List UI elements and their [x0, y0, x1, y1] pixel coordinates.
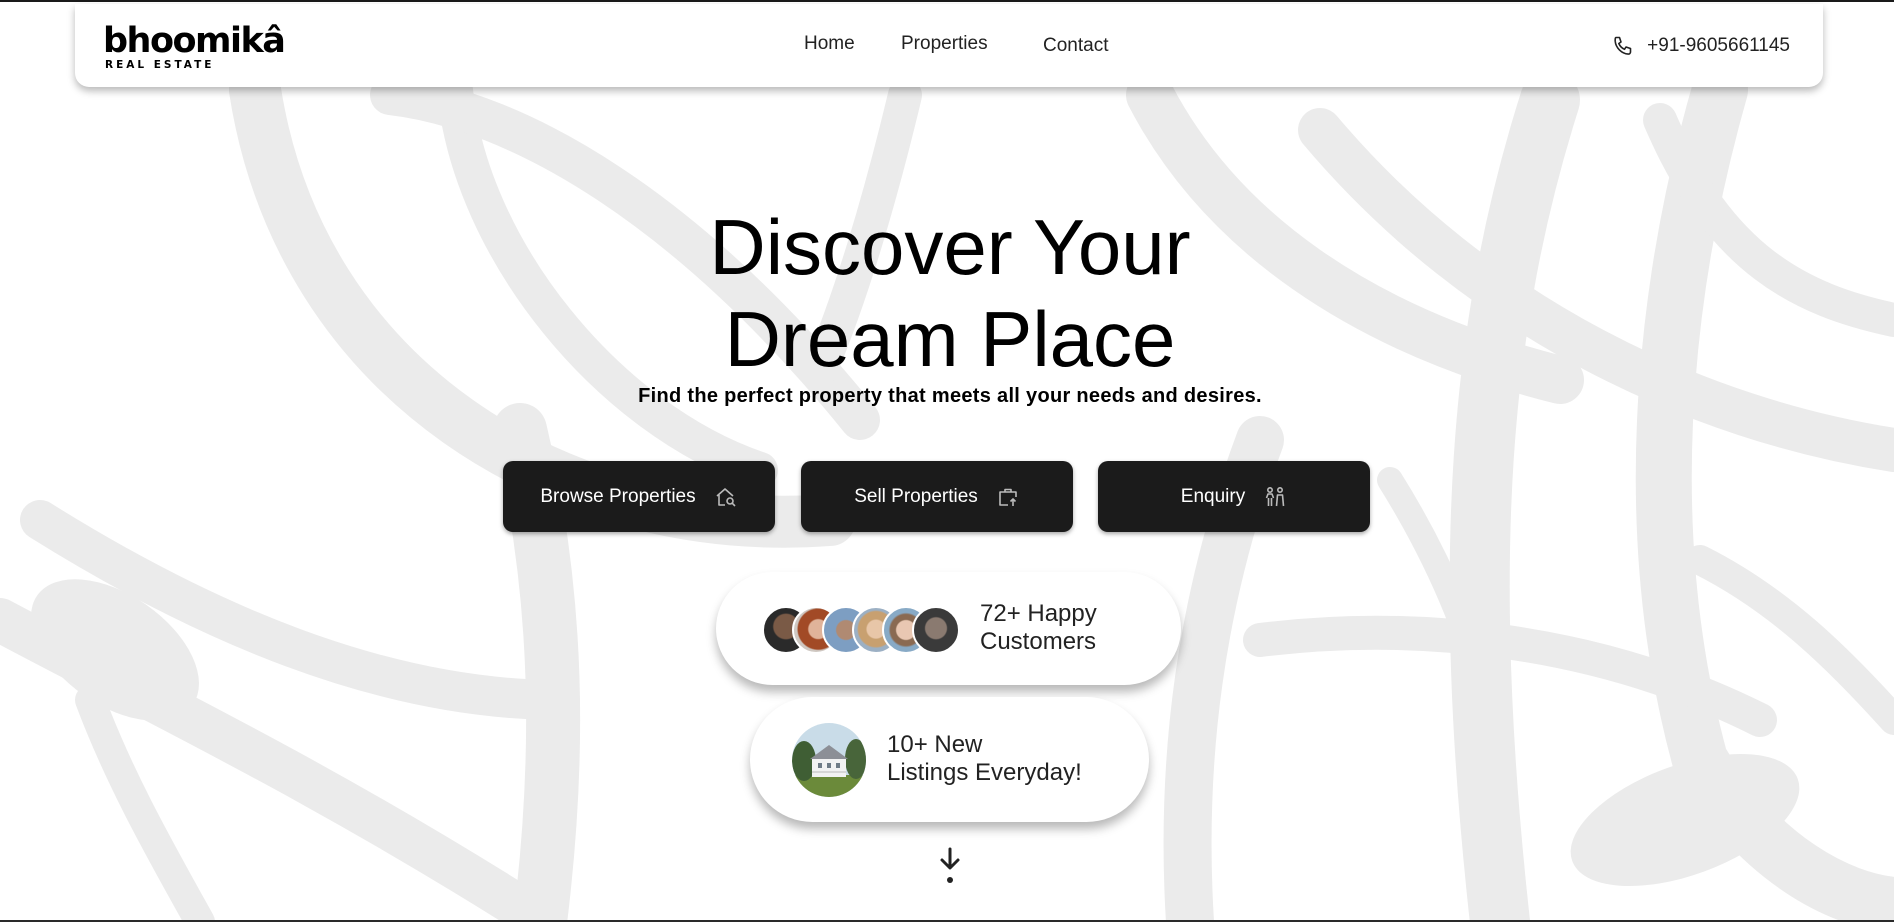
phone-number: +91-9605661145: [1647, 35, 1790, 56]
browse-properties-button[interactable]: Browse Properties: [503, 461, 775, 532]
listings-label: Listings Everyday!: [887, 759, 1082, 786]
customers-count: 72+ Happy: [980, 600, 1097, 627]
enquiry-label: Enquiry: [1180, 485, 1246, 507]
hero-title-line2: Dream Place: [724, 295, 1176, 383]
brand-name: bhoomikâ: [103, 21, 286, 61]
nav-contact-link[interactable]: Contact: [1043, 35, 1108, 57]
customer-avatars: [762, 606, 962, 654]
briefcase-upload-icon: [996, 485, 1020, 509]
nav-home-link[interactable]: Home: [804, 33, 855, 55]
hero-subtitle: Find the perfect property that meets all…: [638, 385, 1262, 407]
browse-properties-label: Browse Properties: [540, 485, 696, 507]
customers-label: Customers: [980, 628, 1097, 655]
happy-customers-text: 72+ Happy Customers: [980, 600, 1097, 656]
avatar: [912, 606, 960, 654]
sell-properties-label: Sell Properties: [854, 485, 978, 507]
house-photo: [792, 723, 866, 797]
new-listings-card: 10+ New Listings Everyday!: [750, 697, 1149, 822]
hero-title-line1: Discover Your: [709, 203, 1191, 291]
hero-title: Discover Your Dream Place: [0, 201, 1894, 385]
scroll-down-icon[interactable]: [938, 847, 962, 887]
phone-link[interactable]: +91-9605661145: [1611, 34, 1790, 58]
enquiry-button[interactable]: Enquiry: [1098, 461, 1370, 532]
happy-customers-card: 72+ Happy Customers: [716, 572, 1181, 685]
navbar: bhoomikâ REAL ESTATE Home Properties Con…: [75, 4, 1823, 87]
home-search-icon: [714, 485, 738, 509]
people-icon: [1263, 485, 1287, 509]
new-listings-text: 10+ New Listings Everyday!: [887, 731, 1082, 787]
listings-count: 10+ New: [887, 731, 983, 758]
nav-properties-link[interactable]: Properties: [901, 33, 988, 55]
brand-logo[interactable]: bhoomikâ REAL ESTATE: [103, 21, 286, 72]
phone-icon: [1611, 34, 1635, 58]
sell-properties-button[interactable]: Sell Properties: [801, 461, 1073, 532]
